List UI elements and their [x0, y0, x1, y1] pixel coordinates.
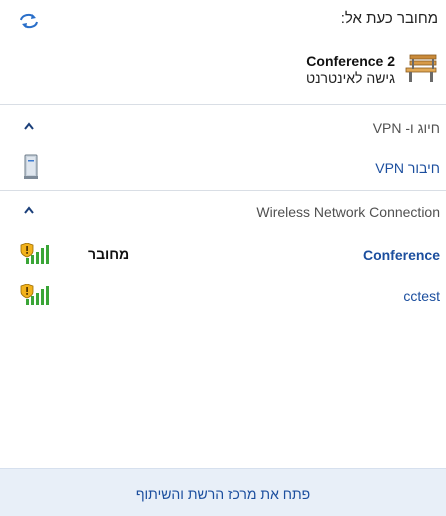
current-network-name: Conference 2 — [306, 53, 395, 69]
wireless-section-header[interactable]: Wireless Network Connection — [0, 204, 446, 222]
footer-bar: פתח את מרכז הרשת והשיתוף — [0, 468, 446, 516]
wifi-network-name: Conference — [362, 247, 440, 263]
wireless-section-title: Wireless Network Connection — [256, 204, 440, 220]
vpn-server-icon — [24, 154, 38, 179]
vpn-section-title: חיוג ו- VPN — [372, 120, 440, 136]
vpn-section-header[interactable]: חיוג ו- VPN — [0, 120, 446, 138]
vpn-connection-label: חיבור VPN — [375, 160, 440, 176]
connected-to-label: מחובר כעת אל: — [340, 10, 438, 27]
park-bench-icon — [405, 54, 437, 82]
internet-access-status: גישה לאינטרנט — [305, 70, 395, 86]
wifi-network-item-conference[interactable]: מחובר Conference — [0, 243, 446, 267]
wifi-signal-shield-icon — [20, 243, 49, 264]
connection-status-connected: מחובר — [88, 246, 130, 262]
wifi-network-name: cctest — [403, 288, 440, 304]
vpn-connection-item[interactable]: חיבור VPN — [0, 154, 446, 180]
wifi-network-item-cctest[interactable]: cctest — [0, 284, 446, 308]
chevron-up-icon[interactable] — [24, 206, 34, 214]
current-connection-header: מחובר כעת אל: Conference 2 גישה לאינטרנט — [0, 0, 446, 105]
section-divider — [0, 190, 446, 191]
chevron-up-icon[interactable] — [24, 122, 34, 130]
refresh-icon[interactable] — [18, 12, 40, 30]
wifi-signal-shield-icon — [20, 284, 49, 305]
open-network-sharing-center-link[interactable]: פתח את מרכז הרשת והשיתוף — [0, 486, 446, 502]
network-flyout-panel: מחובר כעת אל: Conference 2 גישה לאינטרנט… — [0, 0, 446, 516]
